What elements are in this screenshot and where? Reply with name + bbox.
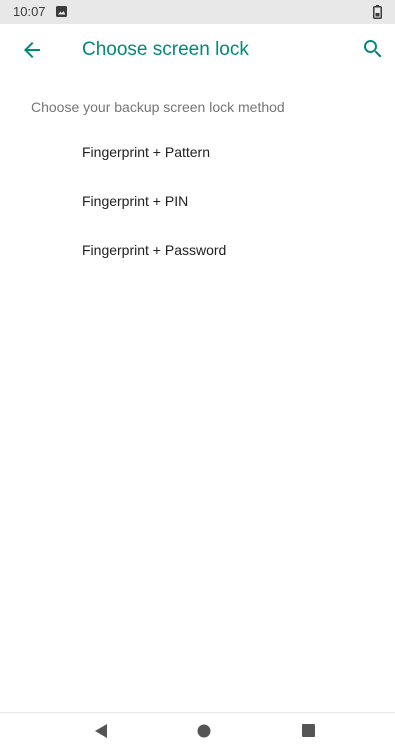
page-title: Choose screen lock — [82, 39, 249, 60]
status-time: 10:07 — [13, 4, 46, 19]
arrow-back-icon[interactable] — [20, 38, 44, 62]
nav-home-icon[interactable] — [197, 724, 211, 738]
option-fingerprint-pattern[interactable]: Fingerprint + Pattern — [0, 129, 395, 177]
section-header: Choose your backup screen lock method — [31, 99, 285, 115]
screen: 10:07 Choose screen lock Choose your bac… — [0, 0, 395, 748]
navigation-bar — [0, 712, 395, 748]
search-icon[interactable] — [361, 37, 385, 61]
app-bar: Choose screen lock — [0, 24, 395, 76]
option-fingerprint-pin[interactable]: Fingerprint + PIN — [0, 178, 395, 226]
status-bar: 10:07 — [0, 0, 395, 24]
battery-icon — [373, 5, 382, 19]
option-fingerprint-password[interactable]: Fingerprint + Password — [0, 227, 395, 275]
nav-back-icon[interactable] — [94, 723, 108, 739]
nav-recents-icon[interactable] — [302, 724, 315, 737]
option-label: Fingerprint + Password — [82, 242, 227, 258]
image-icon — [56, 6, 67, 17]
option-label: Fingerprint + PIN — [82, 193, 189, 209]
option-label: Fingerprint + Pattern — [82, 144, 211, 160]
